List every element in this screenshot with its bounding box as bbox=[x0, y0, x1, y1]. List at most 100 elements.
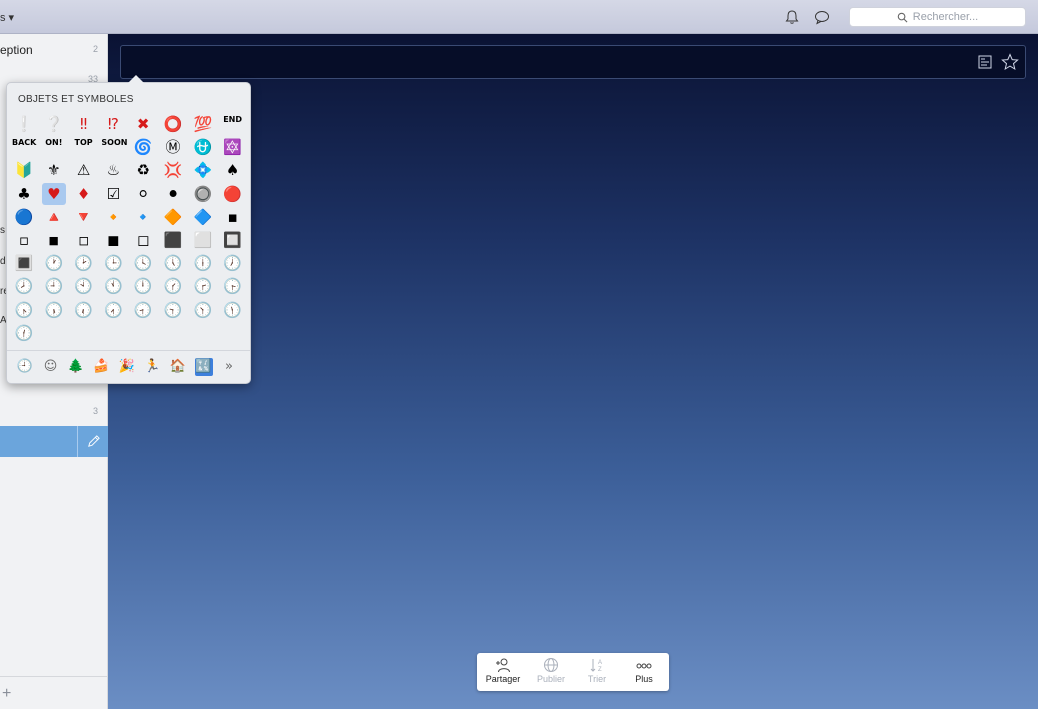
emoji-cell[interactable]: ⛎ bbox=[191, 136, 215, 158]
emoji-cell[interactable]: BACK bbox=[12, 136, 36, 158]
emoji-cell[interactable]: 🔵 bbox=[12, 206, 36, 228]
emoji-cell[interactable]: ‼ bbox=[72, 113, 96, 135]
emoji-cell[interactable]: 🌀 bbox=[131, 136, 155, 158]
emoji-cell[interactable]: ◽ bbox=[72, 229, 96, 251]
emoji-cell[interactable]: ❕ bbox=[12, 113, 36, 135]
emoji-cell[interactable]: 🕢 bbox=[101, 299, 125, 321]
emoji-cell[interactable]: ▪ bbox=[221, 206, 245, 228]
emoji-cell[interactable]: 🕒 bbox=[101, 252, 125, 274]
emoji-cell[interactable]: 🕞 bbox=[221, 275, 245, 297]
emoji-cell[interactable]: 🕠 bbox=[42, 299, 66, 321]
emoji-cell[interactable]: ❔ bbox=[42, 113, 66, 135]
emoji-cell[interactable]: ⁉ bbox=[101, 113, 125, 135]
emoji-cell[interactable]: 🕝 bbox=[191, 275, 215, 297]
emoji-cell[interactable]: ◼ bbox=[101, 229, 125, 251]
emoji-cell[interactable]: 🕤 bbox=[161, 299, 185, 321]
emoji-cell[interactable]: 🕡 bbox=[72, 299, 96, 321]
emoji-cell[interactable]: 🕛 bbox=[131, 275, 155, 297]
emoji-cell[interactable]: 🕣 bbox=[131, 299, 155, 321]
emoji-cell[interactable]: Ⓜ bbox=[161, 136, 185, 158]
activity-icon[interactable]: 🏃 bbox=[144, 358, 162, 376]
emoji-cell[interactable]: ⬛ bbox=[161, 229, 185, 251]
tree-icon[interactable]: 🌲 bbox=[67, 358, 85, 376]
building-icon[interactable]: 🏠 bbox=[169, 358, 187, 376]
sort-button[interactable]: A Z Trier bbox=[575, 657, 619, 684]
emoji-cell[interactable]: ⚪ bbox=[131, 183, 155, 205]
emoji-cell[interactable]: ♠ bbox=[221, 159, 245, 181]
emoji-cell[interactable]: ◾ bbox=[42, 229, 66, 251]
emoji-cell[interactable]: ♻ bbox=[131, 159, 155, 181]
emoji-cell[interactable]: 🕘 bbox=[42, 275, 66, 297]
more-button[interactable]: Plus bbox=[622, 657, 666, 684]
emoji-cell[interactable]: ♣ bbox=[12, 183, 36, 205]
emoji-cell[interactable]: 🕕 bbox=[191, 252, 215, 274]
add-icon[interactable]: + bbox=[2, 685, 11, 703]
publish-label: Publier bbox=[536, 674, 565, 684]
emoji-cell[interactable]: 🕗 bbox=[12, 275, 36, 297]
emoji-cell[interactable]: ♦ bbox=[72, 183, 96, 205]
emoji-cell[interactable]: ON! bbox=[42, 136, 66, 158]
emoji-cell[interactable]: SOON bbox=[101, 136, 127, 158]
emoji-cell[interactable]: 🕐 bbox=[42, 252, 66, 274]
star-icon[interactable] bbox=[1001, 53, 1019, 71]
notebook-menu[interactable]: s ▾ bbox=[0, 11, 14, 24]
emoji-cell[interactable]: ✖ bbox=[131, 113, 155, 135]
emoji-cell[interactable]: ⭕ bbox=[161, 113, 185, 135]
emoji-cell[interactable]: 🕖 bbox=[221, 252, 245, 274]
share-label: Partager bbox=[485, 674, 521, 684]
note-info-icon[interactable] bbox=[977, 54, 993, 70]
emoji-cell[interactable]: 🔯 bbox=[221, 136, 245, 158]
emoji-cell[interactable]: 🔳 bbox=[12, 252, 36, 274]
search-input[interactable]: Rechercher... bbox=[849, 7, 1026, 27]
emoji-cell[interactable]: ♥ bbox=[41, 182, 66, 205]
emoji-cell[interactable]: 💢 bbox=[161, 159, 185, 181]
emoji-cell[interactable]: ◻ bbox=[131, 229, 155, 251]
emoji-cell[interactable]: ♨ bbox=[101, 159, 125, 181]
search-placeholder: Rechercher... bbox=[912, 11, 979, 23]
emoji-cell[interactable]: 🔰 bbox=[12, 159, 36, 181]
more-categories-icon[interactable]: » bbox=[220, 358, 238, 376]
emoji-cell[interactable]: 🔷 bbox=[191, 206, 215, 228]
bell-icon[interactable] bbox=[784, 9, 800, 25]
emoji-cell[interactable]: 🕦 bbox=[221, 299, 245, 321]
emoji-cell[interactable]: 🕟 bbox=[12, 299, 36, 321]
emoji-cell[interactable]: 💠 bbox=[191, 159, 215, 181]
emoji-cell[interactable]: END bbox=[221, 113, 245, 135]
emoji-cell[interactable]: TOP bbox=[72, 136, 96, 158]
pencil-icon[interactable] bbox=[86, 434, 101, 449]
emoji-cell[interactable]: ☑ bbox=[101, 183, 125, 205]
sidebar-item-selected[interactable] bbox=[0, 426, 108, 457]
emoji-cell[interactable]: 🕓 bbox=[131, 252, 155, 274]
share-button[interactable]: Partager bbox=[481, 657, 525, 684]
emoji-cell[interactable]: 🕔 bbox=[161, 252, 185, 274]
publish-button[interactable]: Publier bbox=[529, 657, 573, 684]
emoji-cell[interactable]: 🔺 bbox=[42, 206, 66, 228]
emoji-cell[interactable]: 🕚 bbox=[101, 275, 125, 297]
emoji-cell[interactable]: ⬜ bbox=[191, 229, 215, 251]
celebration-icon[interactable]: 🎉 bbox=[118, 358, 136, 376]
emoji-cell[interactable]: 💯 bbox=[191, 113, 215, 135]
sidebar-item[interactable]: eption 2 bbox=[0, 43, 108, 57]
emoji-cell[interactable]: 🕧 bbox=[12, 322, 36, 344]
emoji-cell[interactable]: 🕥 bbox=[191, 299, 215, 321]
food-icon[interactable]: 🍰 bbox=[93, 358, 111, 376]
emoji-cell[interactable]: 🔴 bbox=[221, 183, 245, 205]
recent-icon[interactable]: 🕘 bbox=[16, 358, 34, 376]
emoji-cell[interactable]: 🕙 bbox=[72, 275, 96, 297]
emoji-cell[interactable]: 🕑 bbox=[72, 252, 96, 274]
emoji-cell[interactable]: 🔲 bbox=[221, 229, 245, 251]
emoji-cell[interactable]: 🔶 bbox=[161, 206, 185, 228]
emoji-cell[interactable]: 🕜 bbox=[161, 275, 185, 297]
emoji-cell[interactable]: 🔹 bbox=[131, 206, 155, 228]
emoji-cell[interactable]: ⚠ bbox=[72, 159, 96, 181]
smiley-icon[interactable]: ☺ bbox=[42, 358, 60, 376]
emoji-cell[interactable]: 🔘 bbox=[191, 183, 215, 205]
emoji-cell[interactable]: ⚜ bbox=[42, 159, 66, 181]
emoji-cell[interactable]: ▫ bbox=[12, 229, 36, 251]
emoji-cell[interactable]: 🔻 bbox=[72, 206, 96, 228]
emoji-cell[interactable]: 🔸 bbox=[101, 206, 125, 228]
note-title-bar[interactable] bbox=[120, 45, 1026, 79]
chat-icon[interactable] bbox=[814, 9, 830, 25]
symbols-icon[interactable]: 🔣 bbox=[194, 358, 213, 376]
emoji-cell[interactable]: ⚫ bbox=[161, 183, 185, 205]
